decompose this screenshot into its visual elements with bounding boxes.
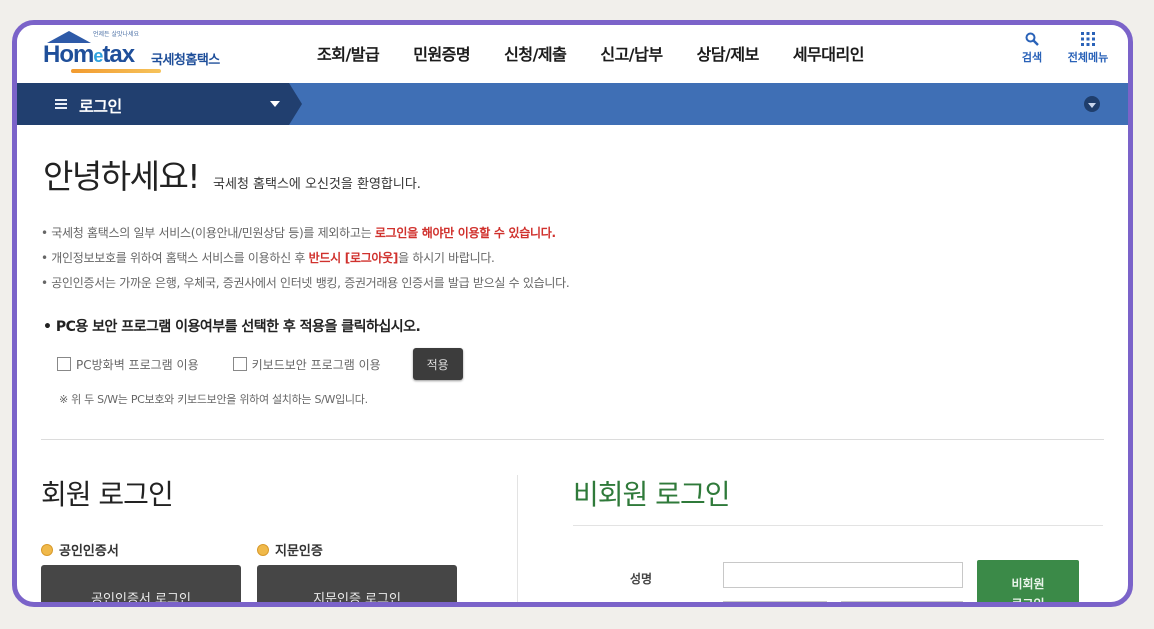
checkbox-box[interactable] [57,357,71,371]
location-title: 로그인 [79,97,122,116]
chevron-down-icon [1088,102,1096,108]
hamburger-icon [55,99,67,111]
nonmember-button-line1: 비회원 [1011,577,1045,591]
name-input[interactable] [723,562,963,588]
cert-label: 공인인증서 [59,544,119,559]
nonmember-divider [573,525,1103,526]
greeting-title: 안녕하세요! [43,157,201,196]
column-divider [517,475,518,602]
nav-item-consult[interactable]: 상담/제보 [697,41,760,65]
cert-login-button[interactable]: 공인인증서 로그인 [41,565,241,602]
checkbox-box[interactable] [232,357,247,371]
search-button[interactable]: 검색 [1010,29,1054,65]
logo-swoosh [71,69,161,73]
nonmember-login-button[interactable]: 비회원 로그인 [977,560,1079,607]
all-menu-button[interactable]: 전체메뉴 [1066,29,1110,65]
nav-item-certificate[interactable]: 민원증명 [413,41,470,65]
fingerprint-login-method: 지문인증 [257,540,323,559]
location-dropdown[interactable]: 로그인 [17,83,302,125]
keyboard-security-label: 키보드보안 프로그램 이용 [251,357,381,372]
keyboard-security-checkbox[interactable]: 키보드보안 프로그램 이용 [232,356,381,373]
logo-slogan: 언제든 살맛나세요 [93,31,140,38]
browser-frame: 언제든 살맛나세요 Hometax 국세청홈택스 조회/발급 민원증명 신청/제… [12,20,1133,607]
nav-item-inquiry[interactable]: 조회/발급 [317,41,380,65]
nonmember-login-title: 비회원 로그인 [573,478,730,511]
member-login-title: 회원 로그인 [41,478,174,511]
fingerprint-label: 지문인증 [275,544,323,559]
logo-subtitle: 국세청홈택스 [151,53,220,68]
welcome-text: 국세청 홈택스에 오신것을 환영합니다. [213,177,421,192]
notice-item: • 국세청 홈택스의 일부 서비스(이용안내/민원상담 등)를 제외하고는 로그… [41,226,556,240]
bullet-icon [41,543,53,556]
all-menu-label: 전체메뉴 [1067,51,1109,64]
nav-item-filing[interactable]: 신고/납부 [600,41,663,65]
notice-item: • 공인인증서는 가까운 은행, 우체국, 증권사에서 인터넷 뱅킹, 증권거래… [41,276,570,290]
hometax-logo[interactable]: 언제든 살맛나세요 Hometax 국세청홈택스 [41,29,251,77]
id-number-front-input[interactable] [723,601,827,602]
bullet-icon [257,543,269,556]
name-label: 성명 [630,572,653,586]
firewall-checkbox[interactable]: PC방화벽 프로그램 이용 [57,356,199,373]
expand-circle-button[interactable] [1084,96,1100,112]
main-content: 안녕하세요! 국세청 홈택스에 오신것을 환영합니다. • 국세청 홈택스의 일… [17,125,1128,602]
firewall-label: PC방화벽 프로그램 이용 [76,357,199,372]
logo-wordmark: Hometax [43,41,135,68]
id-number-back-input[interactable] [841,601,963,602]
cert-login-method: 공인인증서 [41,540,119,559]
fingerprint-login-button[interactable]: 지문인증 로그인 [257,565,457,602]
main-nav: 조회/발급 민원증명 신청/제출 신고/납부 상담/제보 세무대리인 [317,41,898,65]
search-label: 검색 [1021,51,1043,64]
notice-item: • 개인정보보호를 위하여 홈택스 서비스를 이용하신 후 반드시 [로그아웃]… [41,251,495,265]
security-section-title: • PC용 보안 프로그램 이용여부를 선택한 후 적용을 클릭하십시오. [43,319,421,335]
greeting: 안녕하세요! 국세청 홈택스에 오신것을 환영합니다. [43,157,421,197]
apply-button[interactable]: 적용 [412,348,463,380]
notice-list: • 국세청 홈택스의 일부 서비스(이용안내/민원상담 등)를 제외하고는 로그… [41,221,570,296]
security-options: PC방화벽 프로그램 이용 키보드보안 프로그램 이용 적용 [57,348,463,380]
nav-item-tax-agent[interactable]: 세무대리인 [793,41,865,65]
header: 언제든 살맛나세요 Hometax 국세청홈택스 조회/발급 민원증명 신청/제… [17,25,1128,83]
location-bar: 로그인 [17,83,1128,125]
section-divider [41,439,1104,440]
nav-item-application[interactable]: 신청/제출 [504,41,567,65]
chevron-down-icon [270,101,280,107]
header-tools: 검색 전체메뉴 [1010,29,1110,65]
search-icon [1010,29,1054,49]
nonmember-button-line2: 로그인 [1011,597,1045,607]
software-note: ※ 위 두 S/W는 PC보호와 키보드보안을 위하여 설치하는 S/W입니다. [59,393,368,406]
grid-menu-icon [1066,29,1110,49]
